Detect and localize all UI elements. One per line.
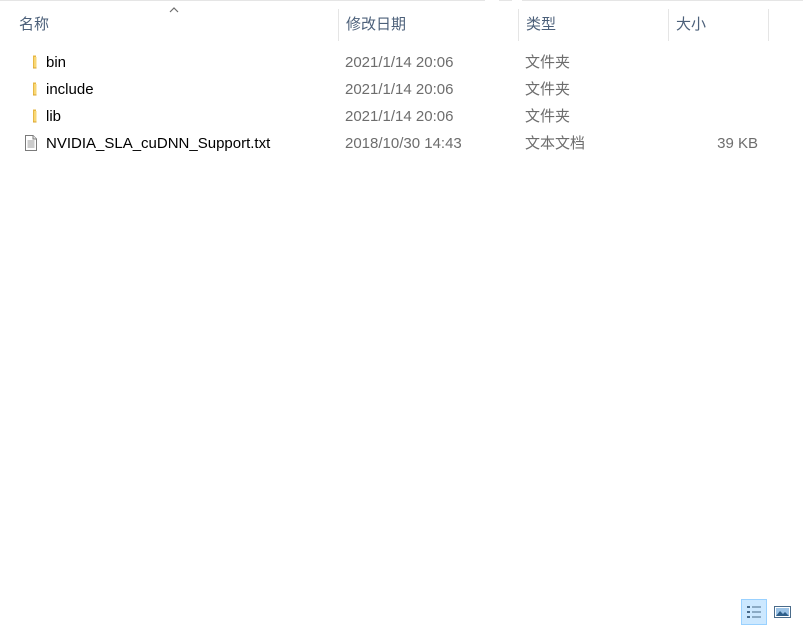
column-divider[interactable] [768, 9, 769, 41]
folder-icon [33, 82, 37, 96]
column-header-name[interactable]: 名称 [11, 1, 338, 41]
file-date: 2018/10/30 14:43 [345, 135, 462, 152]
column-header-size[interactable]: 大小 [668, 1, 768, 41]
file-name: NVIDIA_SLA_cuDNN_Support.txt [46, 135, 271, 152]
file-date: 2021/1/14 20:06 [345, 108, 454, 125]
column-header-type[interactable]: 类型 [518, 1, 668, 41]
file-name: lib [46, 108, 62, 125]
details-view-button[interactable] [741, 599, 767, 625]
file-row-lib[interactable]: lib 2021/1/14 20:06 文件夹 [15, 103, 775, 130]
file-row-include[interactable]: include 2021/1/14 20:06 文件夹 [15, 76, 775, 103]
file-row-txt[interactable]: NVIDIA_SLA_cuDNN_Support.txt 2018/10/30 … [15, 130, 775, 157]
details-view-icon [747, 606, 761, 618]
file-name: include [46, 81, 94, 98]
large-icons-view-icon [774, 606, 791, 618]
text-file-icon [25, 135, 37, 151]
file-date: 2021/1/14 20:06 [345, 54, 454, 71]
folder-icon [33, 109, 37, 123]
folder-icon [33, 55, 37, 69]
large-icons-view-button[interactable] [770, 599, 796, 625]
file-type: 文件夹 [525, 54, 571, 71]
column-header: 名称 修改日期 类型 大小 [0, 1, 803, 41]
file-row-bin[interactable]: bin 2021/1/14 20:06 文件夹 [15, 49, 775, 76]
file-type: 文件夹 [525, 108, 571, 125]
file-name: bin [46, 54, 67, 71]
file-explorer-content: 名称 修改日期 类型 大小 bin 2021/1/14 20:06 文件夹 in… [0, 0, 803, 628]
column-header-date[interactable]: 修改日期 [338, 1, 518, 41]
file-date: 2021/1/14 20:06 [345, 81, 454, 98]
file-type: 文本文档 [525, 135, 586, 152]
file-type: 文件夹 [525, 81, 571, 98]
file-size: 39 KB [717, 135, 758, 152]
